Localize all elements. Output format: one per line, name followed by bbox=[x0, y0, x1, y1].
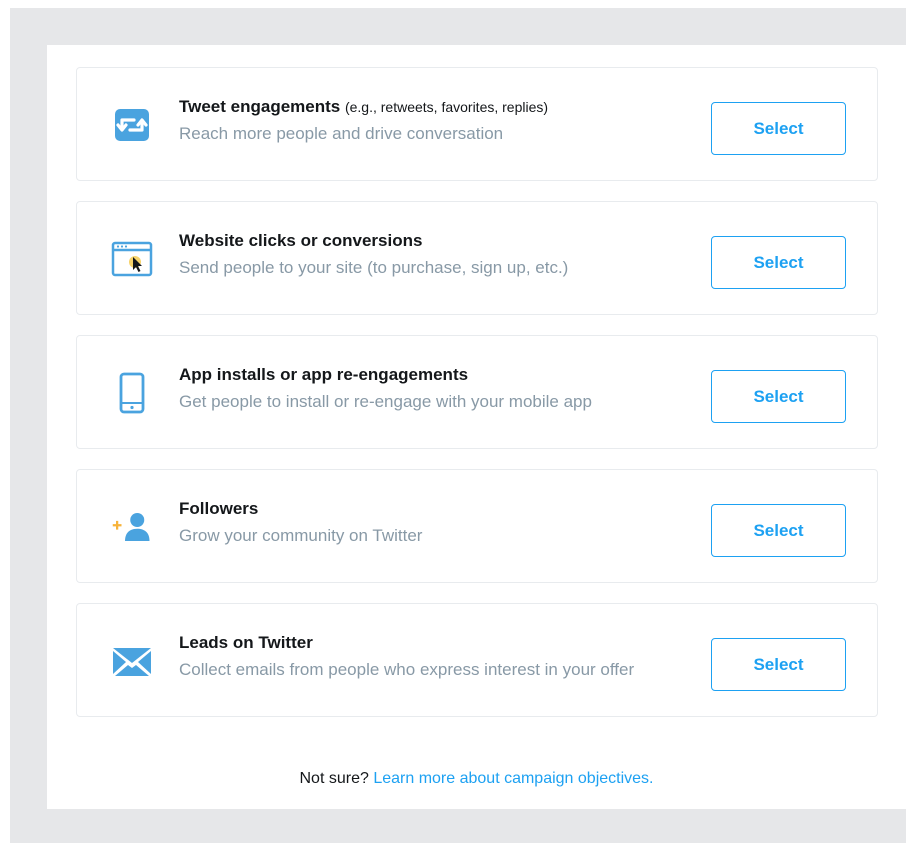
objective-title: Leads on Twitter bbox=[179, 633, 313, 652]
mobile-phone-icon bbox=[111, 372, 153, 414]
objective-title: Followers bbox=[179, 499, 259, 518]
objective-card-followers: Followers Grow your community on Twitter… bbox=[76, 469, 878, 583]
page-background: Tweet engagements (e.g., retweets, favor… bbox=[10, 8, 906, 843]
retweet-icon bbox=[111, 104, 153, 146]
objective-description: Send people to your site (to purchase, s… bbox=[179, 258, 569, 277]
add-follower-icon bbox=[111, 506, 153, 548]
select-button-app-installs[interactable]: Select bbox=[711, 370, 846, 423]
objective-card-leads: Leads on Twitter Collect emails from peo… bbox=[76, 603, 878, 717]
learn-more-link[interactable]: Learn more about campaign objectives. bbox=[373, 770, 653, 787]
objective-description: Collect emails from people who express i… bbox=[179, 660, 635, 679]
objective-title: Tweet engagements (e.g., retweets, favor… bbox=[179, 96, 649, 118]
objective-card-app-installs: App installs or app re-engagements Get p… bbox=[76, 335, 878, 449]
objective-title: Website clicks or conversions bbox=[179, 231, 423, 250]
select-button-leads[interactable]: Select bbox=[711, 638, 846, 691]
website-click-icon bbox=[111, 238, 153, 280]
objective-description: Grow your community on Twitter bbox=[179, 526, 423, 545]
objective-card-website-clicks: Website clicks or conversions Send peopl… bbox=[76, 201, 878, 315]
objective-title: App installs or app re-engagements bbox=[179, 365, 469, 384]
objective-text: Website clicks or conversions Send peopl… bbox=[179, 230, 649, 281]
objective-text: Followers Grow your community on Twitter bbox=[179, 498, 649, 549]
select-button-followers[interactable]: Select bbox=[711, 504, 846, 557]
footer-prefix: Not sure? bbox=[299, 770, 369, 787]
objective-hint: (e.g., retweets, favorites, replies) bbox=[344, 99, 549, 115]
select-button-tweet-engagements[interactable]: Select bbox=[711, 102, 846, 155]
objective-title-text: Tweet engagements bbox=[179, 97, 341, 116]
objective-text: Leads on Twitter Collect emails from peo… bbox=[179, 632, 649, 683]
objective-text: App installs or app re-engagements Get p… bbox=[179, 364, 649, 415]
objectives-panel: Tweet engagements (e.g., retweets, favor… bbox=[47, 45, 906, 809]
objective-text: Tweet engagements (e.g., retweets, favor… bbox=[179, 96, 649, 147]
objective-card-tweet-engagements: Tweet engagements (e.g., retweets, favor… bbox=[76, 67, 878, 181]
objective-description: Reach more people and drive conversation bbox=[179, 124, 504, 143]
select-button-website-clicks[interactable]: Select bbox=[711, 236, 846, 289]
footer-help: Not sure? Learn more about campaign obje… bbox=[47, 770, 906, 788]
objective-description: Get people to install or re-engage with … bbox=[179, 392, 592, 411]
envelope-icon bbox=[111, 640, 153, 682]
